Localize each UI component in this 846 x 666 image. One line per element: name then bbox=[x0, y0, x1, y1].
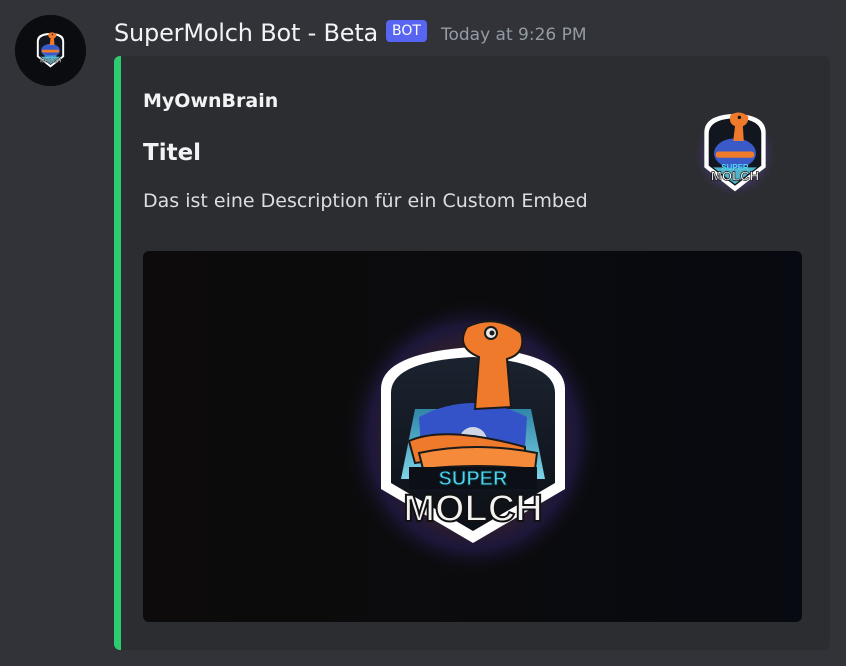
bot-badge: BOT bbox=[386, 20, 427, 42]
embed-title: Titel bbox=[143, 140, 202, 166]
message-header: SuperMolch Bot - Beta BOT Today at 9:26 … bbox=[114, 15, 587, 51]
embed-description: Das ist eine Description für ein Custom … bbox=[143, 190, 588, 212]
svg-text:SUPER: SUPER bbox=[44, 55, 57, 59]
logo-text-molch: MOLCH bbox=[403, 488, 542, 530]
svg-text:MOLCH: MOLCH bbox=[711, 168, 759, 183]
message-timestamp[interactable]: Today at 9:26 PM bbox=[441, 25, 587, 45]
custom-embed: MyOwnBrain Titel Das ist eine Descriptio… bbox=[114, 56, 830, 650]
supermolch-logo-icon: SUPER MOLCH bbox=[15, 15, 86, 86]
logo-text-super: SUPER bbox=[439, 468, 508, 490]
supermolch-logo-icon: S SUPER MOLCH bbox=[343, 297, 603, 577]
chat-message: SUPER MOLCH SuperMolch Bot - Beta BOT To… bbox=[0, 0, 846, 666]
bot-avatar[interactable]: SUPER MOLCH bbox=[15, 15, 86, 86]
embed-color-bar bbox=[114, 56, 121, 650]
supermolch-logo-icon: SUPER MOLCH bbox=[692, 109, 778, 198]
svg-text:MOLCH: MOLCH bbox=[40, 59, 61, 65]
username[interactable]: SuperMolch Bot - Beta bbox=[114, 19, 378, 47]
embed-author: MyOwnBrain bbox=[143, 90, 279, 112]
embed-thumbnail[interactable]: SUPER MOLCH bbox=[690, 106, 780, 198]
embed-image[interactable]: S SUPER MOLCH bbox=[143, 251, 802, 622]
